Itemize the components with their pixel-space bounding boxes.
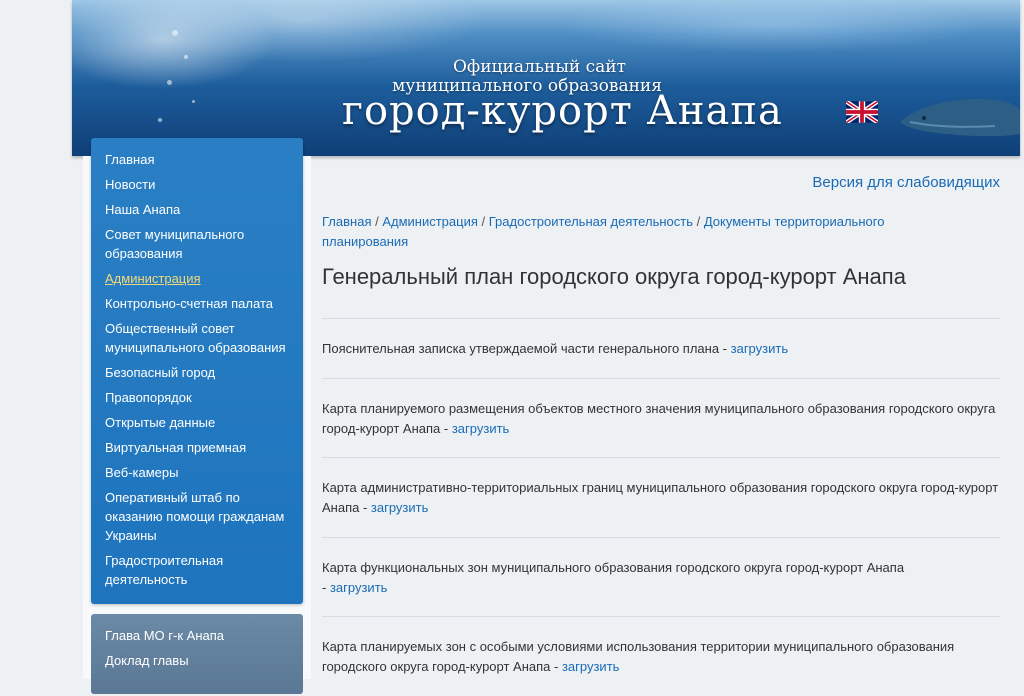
document-item: Карта административно-территориальных гр… — [322, 457, 1000, 537]
breadcrumb-separator: / — [477, 214, 489, 229]
document-description: Карта планируемого размещения объектов м… — [322, 401, 996, 436]
page-title: Генеральный план городского округа город… — [322, 264, 906, 289]
breadcrumb-urban-planning[interactable]: Градостроительная деятельность — [489, 214, 693, 229]
download-link[interactable]: загрузить — [562, 659, 619, 674]
menu-item-urban-planning[interactable]: Градостроительная деятельность — [91, 548, 303, 592]
menu-item-head[interactable]: Глава МО г-к Анапа — [91, 623, 303, 648]
accessibility-version-link[interactable]: Версия для слабовидящих — [812, 174, 1000, 191]
menu-item-public-council[interactable]: Общественный совет муниципального образо… — [91, 316, 303, 360]
bubble-decoration — [172, 30, 178, 36]
menu-item-open-data[interactable]: Открытые данные — [91, 410, 303, 435]
dolphin-icon — [900, 98, 1020, 137]
menu-item-head-report[interactable]: Доклад главы — [91, 648, 303, 673]
document-description: Пояснительная записка утверждаемой части… — [322, 341, 731, 356]
download-link[interactable]: загрузить — [371, 500, 428, 515]
menu-item-safe-city[interactable]: Безопасный город — [91, 360, 303, 385]
breadcrumb: Главная / Администрация / Градостроитель… — [322, 212, 922, 252]
bubble-decoration — [184, 55, 188, 59]
menu-item-ukraine-help[interactable]: Оперативный штаб по оказанию помощи граж… — [91, 485, 303, 548]
main-menu: Главная Новости Наша Анапа Совет муницип… — [91, 138, 303, 604]
bubble-decoration — [158, 118, 162, 122]
header-banner: Официальный сайт муниципального образова… — [72, 0, 1020, 156]
menu-item-audit-chamber[interactable]: Контрольно-счетная палата — [91, 291, 303, 316]
menu-item-virtual-reception[interactable]: Виртуальная приемная — [91, 435, 303, 460]
document-description: Карта функциональных зон муниципального … — [322, 560, 905, 575]
document-item: Карта планируемых зон с особыми условиям… — [322, 616, 1000, 696]
breadcrumb-separator: / — [371, 214, 383, 229]
site-name[interactable]: город-курорт Анапа — [342, 88, 783, 134]
menu-item-administration[interactable]: Администрация — [91, 266, 303, 291]
bubble-decoration — [192, 100, 195, 103]
document-item: Пояснительная записка утверждаемой части… — [322, 318, 1000, 378]
menu-item-our-anapa[interactable]: Наша Анапа — [91, 197, 303, 222]
menu-item-home[interactable]: Главная — [91, 147, 303, 172]
uk-flag-icon[interactable] — [846, 101, 878, 123]
document-item: Карта функциональных зон муниципального … — [322, 537, 1000, 617]
document-dash: - — [322, 580, 330, 595]
site-subtitle-line1: Официальный сайт — [452, 57, 626, 77]
download-link[interactable]: загрузить — [731, 341, 788, 356]
menu-item-council[interactable]: Совет муниципального образования — [91, 222, 303, 266]
bubble-decoration — [167, 80, 172, 85]
download-link[interactable]: загрузить — [452, 421, 509, 436]
breadcrumb-administration[interactable]: Администрация — [382, 214, 478, 229]
menu-item-news[interactable]: Новости — [91, 172, 303, 197]
document-item: Карта планируемого размещения объектов м… — [322, 378, 1000, 458]
breadcrumb-home[interactable]: Главная — [322, 214, 371, 229]
breadcrumb-separator: / — [692, 214, 704, 229]
download-link[interactable]: загрузить — [330, 580, 387, 595]
document-description: Карта планируемых зон с особыми условиям… — [322, 639, 955, 674]
secondary-menu: Глава МО г-к Анапа Доклад главы — [91, 614, 303, 694]
menu-item-webcams[interactable]: Веб-камеры — [91, 460, 303, 485]
menu-item-law-order[interactable]: Правопорядок — [91, 385, 303, 410]
